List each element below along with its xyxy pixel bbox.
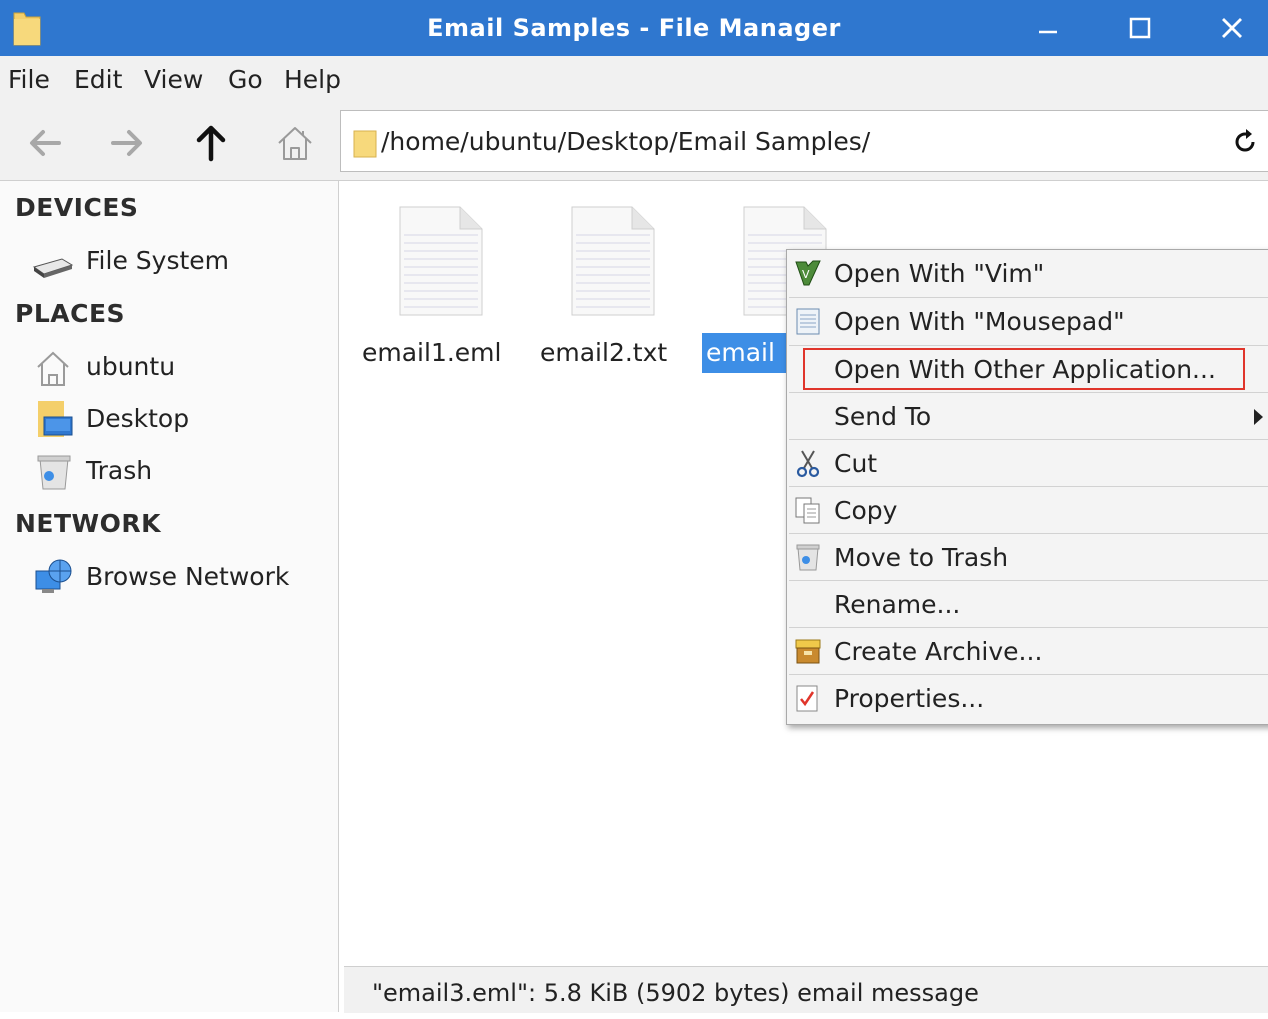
- menu-item-cut[interactable]: Cut: [787, 440, 1268, 487]
- sidebar-item-browse-network[interactable]: Browse Network: [28, 555, 328, 599]
- menu-item-open-with-vim[interactable]: V Open With "Vim": [787, 250, 1268, 297]
- menu-item-label: Rename...: [834, 590, 961, 619]
- title-bar: Email Samples - File Manager: [0, 0, 1268, 56]
- status-bar: "email3.eml": 5.8 KiB (5902 bytes) email…: [344, 966, 1268, 1013]
- sidebar-item-desktop[interactable]: Desktop: [28, 397, 328, 441]
- maximize-button[interactable]: [1110, 0, 1170, 56]
- sidebar-item-label: ubuntu: [86, 352, 176, 381]
- menu-bar: File Edit View Go Help: [0, 56, 1268, 104]
- menu-item-create-archive[interactable]: Create Archive...: [787, 628, 1268, 675]
- copy-icon: [795, 497, 820, 524]
- up-button[interactable]: [186, 118, 236, 168]
- submenu-arrow-icon: [1254, 409, 1263, 425]
- sidebar-item-label: Browse Network: [86, 562, 290, 591]
- drive-icon: [32, 258, 74, 278]
- sidebar: DEVICES File System PLACES ubuntu Deskto…: [0, 181, 339, 1012]
- minimize-button[interactable]: [1018, 0, 1078, 56]
- forward-button[interactable]: [102, 118, 152, 168]
- sidebar-item-label: File System: [86, 246, 230, 275]
- text-document-icon: [399, 206, 483, 316]
- minimize-icon: [1039, 30, 1057, 34]
- sidebar-item-trash[interactable]: Trash: [28, 449, 328, 493]
- desktop-folder-icon: [38, 401, 73, 437]
- reload-icon: [1235, 129, 1255, 152]
- menu-item-label: Open With "Mousepad": [834, 307, 1125, 336]
- menu-view[interactable]: View: [144, 56, 203, 104]
- menu-item-label: Create Archive...: [834, 637, 1043, 666]
- file-item-email1[interactable]: email1.eml: [350, 203, 510, 373]
- menu-item-label: Send To: [834, 402, 932, 431]
- menu-item-properties[interactable]: Properties...: [787, 675, 1268, 722]
- archive-icon: [795, 639, 821, 664]
- section-devices: DEVICES: [15, 193, 139, 222]
- section-network: NETWORK: [15, 509, 162, 538]
- menu-item-open-with-mousepad[interactable]: Open With "Mousepad": [787, 298, 1268, 345]
- arrow-up-icon: [196, 125, 226, 162]
- status-text: "email3.eml": 5.8 KiB (5902 bytes) email…: [372, 979, 979, 1007]
- file-name-selected: email: [702, 333, 792, 373]
- home-folder-icon: [37, 351, 69, 386]
- menu-item-label: Open With "Vim": [834, 259, 1045, 288]
- highlight-box: [803, 348, 1245, 390]
- file-item-email2[interactable]: email2.txt: [522, 203, 682, 373]
- close-icon: [1222, 18, 1242, 38]
- menu-edit[interactable]: Edit: [74, 56, 122, 104]
- menu-item-label: Cut: [834, 449, 878, 478]
- menu-item-label: Copy: [834, 496, 898, 525]
- menu-item-move-to-trash[interactable]: Move to Trash: [787, 534, 1268, 581]
- sidebar-item-ubuntu[interactable]: ubuntu: [28, 345, 328, 389]
- back-button[interactable]: [20, 118, 70, 168]
- menu-file[interactable]: File: [8, 56, 50, 104]
- home-icon: [278, 127, 312, 160]
- location-path[interactable]: /home/ubuntu/Desktop/Email Samples/: [381, 111, 870, 173]
- menu-item-send-to[interactable]: Send To: [787, 393, 1268, 440]
- arrow-right-icon: [111, 130, 142, 156]
- svg-text:V: V: [802, 268, 810, 281]
- trash-icon: [796, 544, 820, 571]
- menu-item-label: Move to Trash: [834, 543, 1009, 572]
- vim-icon: V: [795, 260, 821, 286]
- menu-item-label: Properties...: [834, 684, 985, 713]
- menu-go[interactable]: Go: [228, 56, 263, 104]
- menu-help[interactable]: Help: [284, 56, 341, 104]
- maximize-icon: [1129, 17, 1151, 39]
- text-document-icon: [571, 206, 655, 316]
- sidebar-item-file-system[interactable]: File System: [28, 239, 328, 283]
- scissors-icon: [796, 450, 820, 478]
- folder-icon: [353, 130, 377, 158]
- sidebar-item-label: Trash: [86, 456, 153, 485]
- sidebar-item-label: Desktop: [86, 404, 190, 433]
- menu-item-copy[interactable]: Copy: [787, 487, 1268, 534]
- close-button[interactable]: [1202, 0, 1262, 56]
- network-icon: [35, 559, 72, 593]
- arrow-left-icon: [30, 130, 61, 156]
- menu-item-rename[interactable]: Rename...: [787, 581, 1268, 628]
- mousepad-icon: [796, 308, 820, 335]
- file-name: email2.txt: [540, 338, 668, 367]
- home-button[interactable]: [270, 118, 320, 168]
- toolbar: /home/ubuntu/Desktop/Email Samples/: [0, 104, 1268, 181]
- context-menu: V Open With "Vim" Open With "Mousepad" O…: [786, 249, 1268, 725]
- properties-icon: [796, 685, 818, 712]
- section-places: PLACES: [15, 299, 126, 328]
- reload-button[interactable]: [1230, 127, 1260, 157]
- location-bar[interactable]: /home/ubuntu/Desktop/Email Samples/: [340, 110, 1268, 172]
- file-name: email1.eml: [362, 338, 502, 367]
- trash-icon: [37, 455, 71, 490]
